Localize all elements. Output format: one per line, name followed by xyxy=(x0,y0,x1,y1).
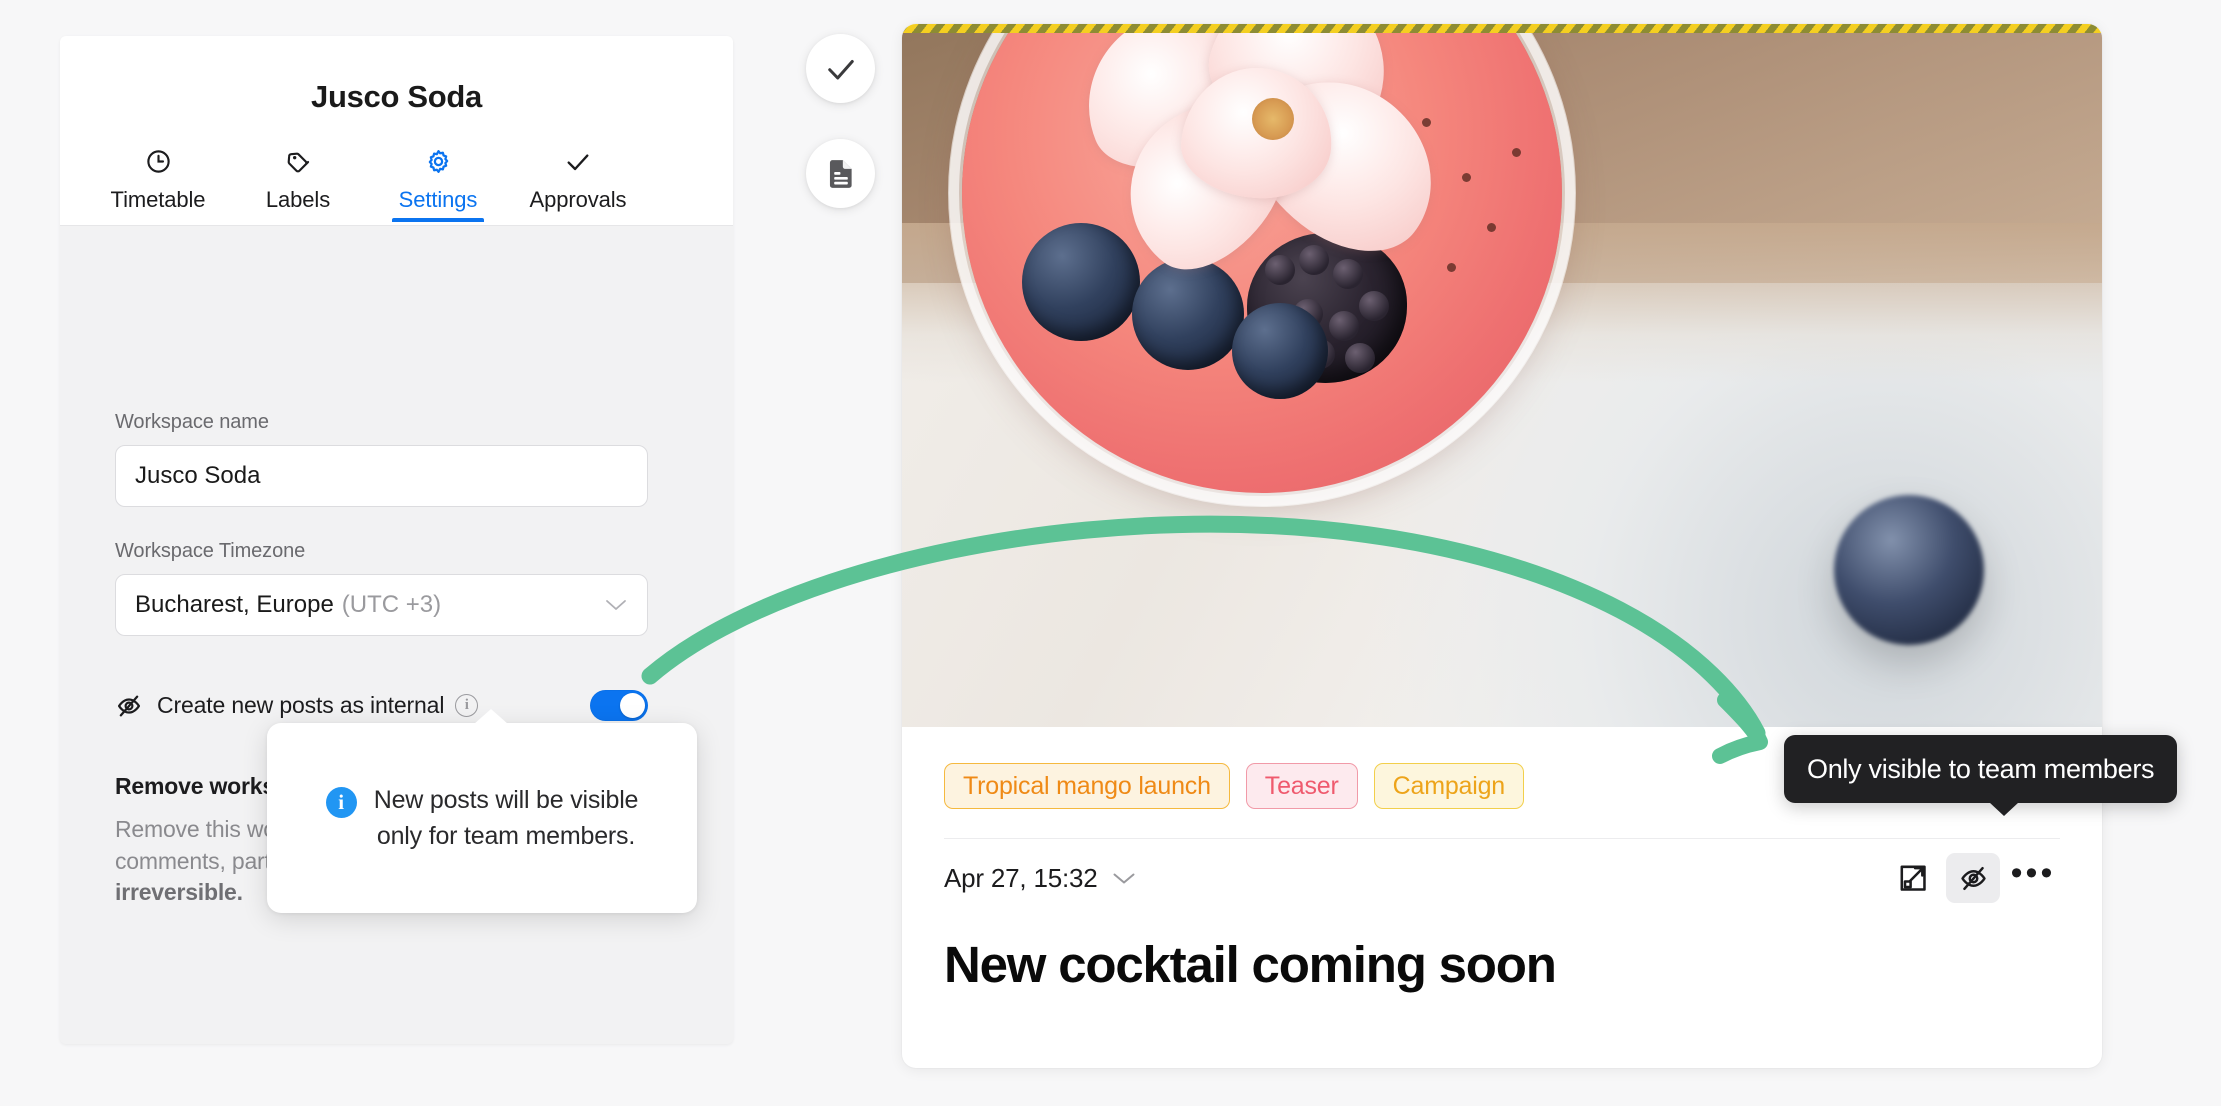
internal-posts-label: Create new posts as internal xyxy=(157,692,445,718)
post-image[interactable] xyxy=(902,33,2102,727)
post-card: Tropical mango launch Teaser Campaign Ap… xyxy=(902,24,2102,1068)
post-actions: ••• xyxy=(1886,853,2060,903)
eye-off-icon[interactable] xyxy=(1946,853,2000,903)
internal-posts-info-popover: i New posts will be visible only for tea… xyxy=(267,709,697,913)
info-badge-icon: i xyxy=(325,786,357,818)
panel-header: Jusco Soda Timetable Labels Settings App… xyxy=(60,36,733,226)
eye-off-icon xyxy=(115,692,143,720)
app-root: Jusco Soda Timetable Labels Settings App… xyxy=(0,0,2221,1106)
timezone-offset: (UTC +3) xyxy=(341,591,442,618)
workspace-name-value: Jusco Soda xyxy=(135,462,261,489)
check-icon xyxy=(827,59,854,79)
post-meta-row: Apr 27, 15:32 ••• xyxy=(944,839,2060,917)
internal-post-stripe xyxy=(902,24,2102,33)
popover-line-2: only for team members. xyxy=(376,822,636,850)
visibility-tooltip-text: Only visible to team members xyxy=(1807,753,2155,784)
clock-icon xyxy=(88,145,228,179)
tab-settings-label: Settings xyxy=(398,187,478,212)
expand-icon[interactable] xyxy=(1886,853,1940,903)
popover-line-1: New posts will be visible xyxy=(373,785,639,814)
internal-posts-setting-row: Create new posts as internal i xyxy=(115,690,648,721)
post-date: Apr 27, 15:32 xyxy=(944,862,1098,893)
tab-labels[interactable]: Labels xyxy=(228,145,368,221)
tab-approvals[interactable]: Approvals xyxy=(508,145,648,221)
label-chip[interactable]: Teaser xyxy=(1245,763,1358,809)
workspace-timezone-select[interactable]: Bucharest, Europe (UTC +3) xyxy=(115,574,648,636)
chevron-down-icon[interactable] xyxy=(1111,871,1137,886)
tab-bar: Timetable Labels Settings Approvals xyxy=(60,135,733,222)
check-icon xyxy=(508,145,648,179)
background-berry-decor xyxy=(1834,495,1984,645)
label-chip[interactable]: Campaign xyxy=(1373,763,1524,809)
workspace-name-field-group: Workspace name Jusco Soda xyxy=(115,411,678,507)
page-title: Jusco Soda xyxy=(311,79,482,114)
internal-posts-toggle[interactable] xyxy=(590,690,648,721)
approve-check-button[interactable] xyxy=(806,34,875,103)
workspace-timezone-label: Workspace Timezone xyxy=(115,540,306,562)
tab-timetable-label: Timetable xyxy=(110,187,206,212)
popover-message: New posts will be visible only for team … xyxy=(374,782,639,855)
remove-desc-line-3: irreversible. xyxy=(115,879,243,906)
tooltip-arrow xyxy=(1989,802,2019,816)
workspace-name-input[interactable]: Jusco Soda xyxy=(115,445,648,507)
tag-icon xyxy=(228,145,368,179)
post-title: New cocktail coming soon xyxy=(944,936,1557,993)
tab-settings[interactable]: Settings xyxy=(368,145,508,222)
popover-arrow xyxy=(474,709,508,724)
workspace-name-label: Workspace name xyxy=(115,411,269,433)
tab-labels-label: Labels xyxy=(265,187,331,212)
toggle-knob xyxy=(620,693,645,718)
document-icon xyxy=(829,159,852,188)
tab-timetable[interactable]: Timetable xyxy=(88,145,228,221)
chevron-down-icon xyxy=(604,595,628,616)
timezone-value: Bucharest, Europe xyxy=(135,591,334,618)
visibility-tooltip: Only visible to team members xyxy=(1784,735,2178,816)
workspace-timezone-field-group: Workspace Timezone Bucharest, Europe (UTC… xyxy=(115,540,678,636)
label-chip[interactable]: Tropical mango launch xyxy=(944,763,1230,809)
more-options-icon[interactable]: ••• xyxy=(2006,853,2060,903)
document-button[interactable] xyxy=(806,139,875,208)
tab-approvals-label: Approvals xyxy=(529,187,627,212)
flower-decor xyxy=(1060,33,1468,296)
gear-icon xyxy=(368,145,508,179)
